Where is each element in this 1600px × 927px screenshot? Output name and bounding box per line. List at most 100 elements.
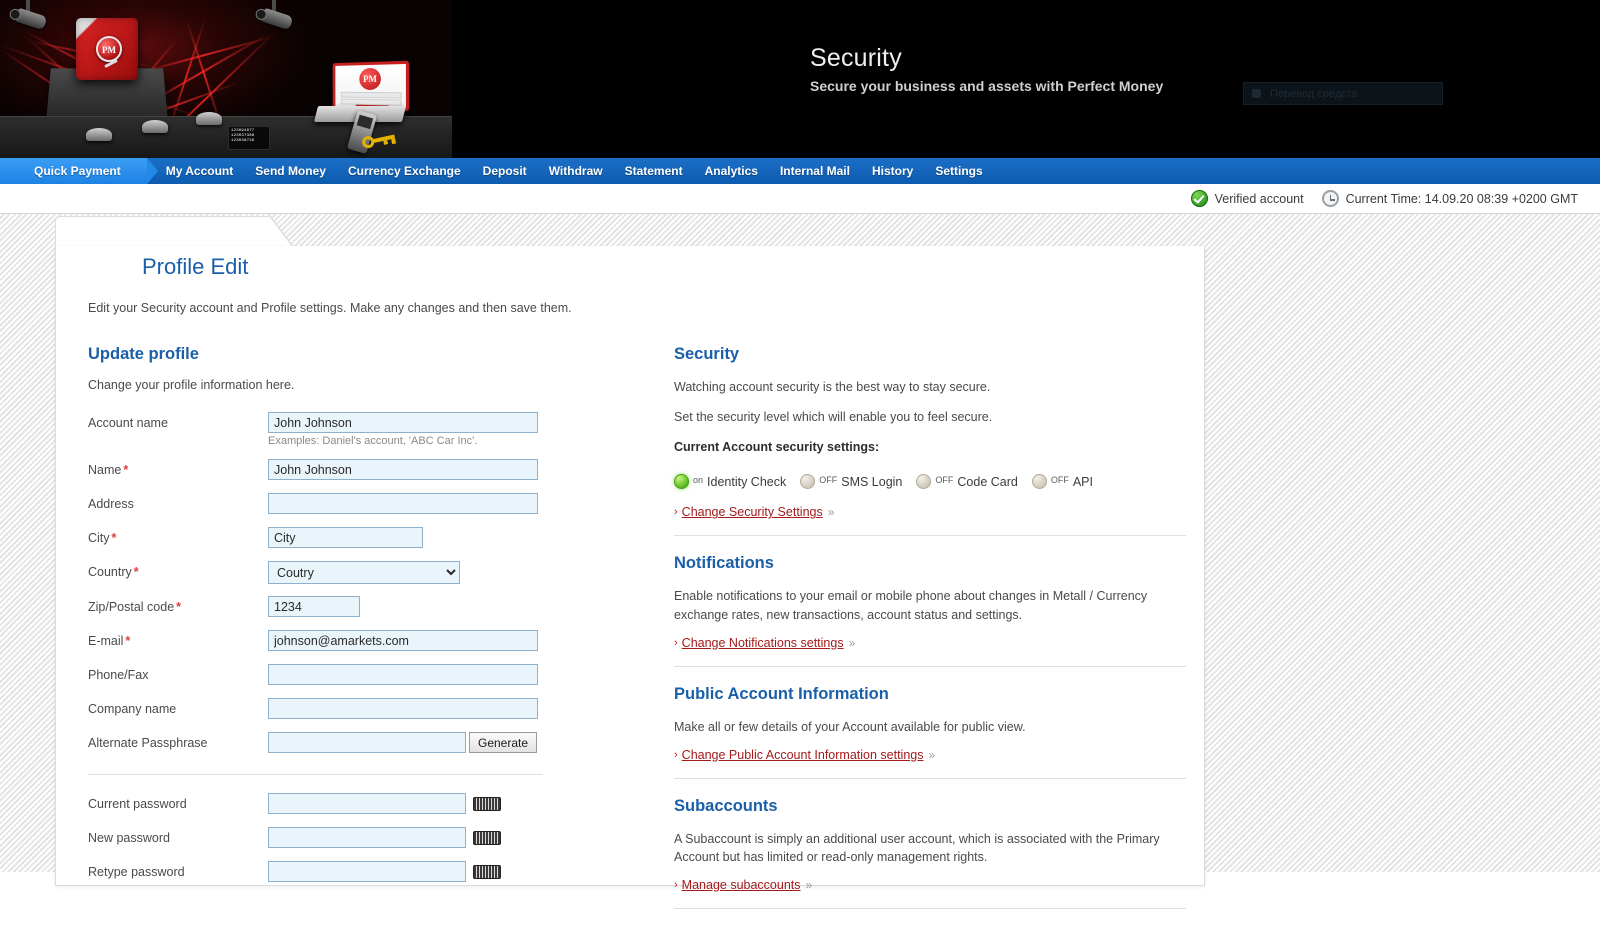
input-address[interactable] — [268, 493, 538, 514]
field-wrap-zip-postal-code — [268, 596, 360, 617]
input-new-password[interactable] — [268, 827, 466, 848]
nav-item-my-account[interactable]: My Account — [155, 158, 245, 184]
nav-item-settings[interactable]: Settings — [924, 158, 993, 184]
field-wrap-company-name — [268, 698, 538, 719]
hint-account-name: Examples: Daniel's account, 'ABC Car Inc… — [268, 435, 477, 447]
label-e-mail: E-mail* — [88, 630, 268, 648]
change-notifications-link-row[interactable]: › Change Notifications settings » — [674, 636, 1146, 650]
form-row-name: Name* — [88, 459, 616, 481]
virtual-keyboard-icon[interactable] — [473, 865, 501, 879]
notifications-text: Enable notifications to your email or mo… — [674, 587, 1179, 623]
virtual-keyboard-icon[interactable] — [473, 831, 501, 845]
main-navigation[interactable]: Quick Payment My AccountSend MoneyCurrenc… — [0, 158, 1600, 184]
banner-promo-badge[interactable]: Перевод средств — [1243, 82, 1443, 105]
double-arrow-icon: » — [806, 878, 813, 892]
badge-bullet-icon — [1252, 89, 1261, 98]
input-current-password[interactable] — [268, 793, 466, 814]
led-code-card-state: OFF — [935, 474, 953, 485]
label-country: Country* — [88, 561, 268, 579]
nav-item-quick-payment[interactable]: Quick Payment — [0, 158, 147, 184]
panel-intro-text: Edit your Security account and Profile s… — [88, 301, 1206, 315]
input-phone-fax[interactable] — [268, 664, 538, 685]
input-e-mail[interactable] — [268, 630, 538, 651]
form-row-e-mail: E-mail* — [88, 630, 616, 652]
led-code-card-icon — [916, 474, 931, 489]
change-security-settings-link-row[interactable]: › Change Security Settings » — [674, 505, 1146, 519]
profile-edit-tab[interactable] — [55, 216, 270, 247]
form-row-new-password: New password — [88, 827, 616, 849]
security-camera-icon — [15, 8, 48, 31]
safe-dial-logo: PM — [96, 36, 122, 62]
double-arrow-icon: » — [849, 636, 856, 650]
change-security-settings-link[interactable]: Change Security Settings — [682, 505, 823, 519]
label-alternate-passphrase: Alternate Passphrase — [88, 732, 268, 750]
virtual-keyboard-icon[interactable] — [473, 797, 501, 811]
input-alternate-passphrase[interactable] — [268, 732, 466, 753]
chevron-right-icon: › — [674, 879, 678, 891]
page-title: Security — [810, 44, 1163, 73]
led-sms-login-state: OFF — [819, 474, 837, 485]
led-identity-check-state: on — [693, 474, 703, 485]
input-account-name[interactable] — [268, 412, 538, 433]
led-code-card-label: Code Card — [957, 475, 1017, 489]
required-marker: * — [125, 634, 130, 648]
nav-item-deposit[interactable]: Deposit — [472, 158, 538, 184]
laser-sensor-icon — [142, 120, 168, 133]
security-toggle-code-card: OFF Code Card — [916, 474, 1017, 489]
status-bar: Verified account Current Time: 14.09.20 … — [0, 184, 1600, 214]
label-new-password: New password — [88, 827, 268, 845]
input-zip-postal-code[interactable] — [268, 596, 360, 617]
nav-item-statement[interactable]: Statement — [614, 158, 694, 184]
required-marker: * — [134, 565, 139, 579]
public-account-heading: Public Account Information — [674, 685, 1146, 704]
chevron-right-icon: › — [674, 637, 678, 649]
input-name[interactable] — [268, 459, 538, 480]
label-zip-postal-code: Zip/Postal code* — [88, 596, 268, 614]
key-shaft — [373, 135, 395, 143]
form-row-address: Address — [88, 493, 616, 515]
nav-item-analytics[interactable]: Analytics — [694, 158, 769, 184]
double-arrow-icon: » — [928, 748, 935, 762]
verified-account-status: Verified account — [1191, 190, 1304, 207]
change-public-account-link-row[interactable]: › Change Public Account Information sett… — [674, 748, 1146, 762]
input-company-name[interactable] — [268, 698, 538, 719]
verified-account-label: Verified account — [1215, 192, 1304, 206]
nav-item-internal-mail[interactable]: Internal Mail — [769, 158, 861, 184]
label-company-name: Company name — [88, 698, 268, 716]
safe-icon: PM — [76, 18, 138, 80]
chevron-right-icon: › — [674, 506, 678, 518]
manage-subaccounts-link[interactable]: Manage subaccounts — [682, 878, 801, 892]
nav-item-history[interactable]: History — [861, 158, 924, 184]
security-line-2: Set the security level which will enable… — [674, 408, 1146, 426]
page-banner: PM PM 123094877 123037366 123038726 Secu… — [0, 0, 1600, 158]
manage-subaccounts-link-row[interactable]: › Manage subaccounts » — [674, 878, 1146, 892]
security-toggle-row: onIdentity CheckOFFSMS LoginOFFCode Card… — [674, 474, 1146, 489]
password-wrap-new-password — [268, 827, 501, 848]
form-row-city: City* — [88, 527, 616, 549]
double-arrow-icon: » — [828, 505, 835, 519]
select-country[interactable]: Coutry — [268, 561, 460, 584]
nav-item-send-money[interactable]: Send Money — [244, 158, 337, 184]
label-city: City* — [88, 527, 268, 545]
clock-icon — [1322, 190, 1339, 207]
change-public-account-settings-link[interactable]: Change Public Account Information settin… — [682, 748, 924, 762]
security-toggle-identity-check: onIdentity Check — [674, 474, 786, 489]
security-toggle-sms-login: OFFSMS Login — [800, 474, 902, 489]
security-column: Security Watching account security is th… — [616, 345, 1146, 927]
generate-passphrase-button[interactable]: Generate — [469, 732, 537, 753]
subaccounts-text: A Subaccount is simply an additional use… — [674, 830, 1179, 866]
label-current-password: Current password — [88, 793, 268, 811]
nav-item-currency-exchange[interactable]: Currency Exchange — [337, 158, 472, 184]
label-phone-fax: Phone/Fax — [88, 664, 268, 682]
input-city[interactable] — [268, 527, 423, 548]
update-profile-column: Update profile Change your profile infor… — [56, 345, 616, 927]
page-subtitle: Secure your business and assets with Per… — [810, 78, 1163, 94]
led-api-icon — [1032, 474, 1047, 489]
led-identity-check-icon — [674, 474, 689, 489]
field-wrap-address — [268, 493, 538, 514]
led-sms-login-icon — [800, 474, 815, 489]
nav-item-withdraw[interactable]: Withdraw — [538, 158, 614, 184]
change-notifications-settings-link[interactable]: Change Notifications settings — [682, 636, 844, 650]
form-row-alternate-passphrase: Alternate Passphrase Generate — [88, 732, 616, 754]
current-time-label: Current Time: 14.09.20 08:39 +0200 GMT — [1346, 192, 1578, 206]
